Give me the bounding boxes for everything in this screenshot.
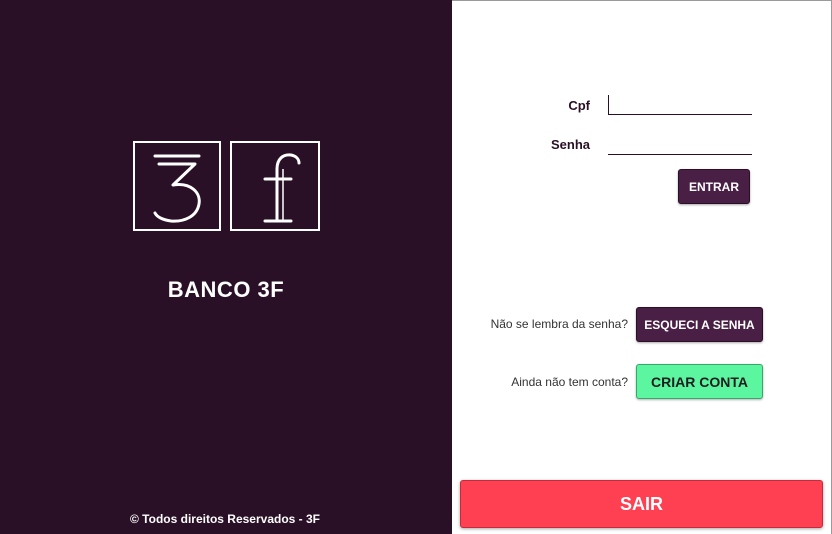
senha-input[interactable]	[608, 135, 752, 155]
cpf-input[interactable]	[608, 95, 752, 115]
cpf-label: Cpf	[568, 98, 590, 113]
create-account-button[interactable]: CRIAR CONTA	[636, 364, 763, 399]
bank-logo	[133, 141, 320, 231]
senha-label: Senha	[550, 137, 590, 152]
forgot-password-button[interactable]: ESQUECI A SENHA	[636, 307, 763, 342]
recovery-prompt: Não se lembra da senha?	[490, 317, 628, 331]
brand-panel: BANCO 3F © Todos direitos Reservados - 3…	[0, 0, 452, 534]
exit-button[interactable]: SAIR	[460, 480, 823, 528]
bank-name: BANCO 3F	[167, 277, 285, 302]
copyright-footer: © Todos direitos Reservados - 3F	[130, 512, 320, 526]
signup-prompt: Ainda não tem conta?	[511, 375, 628, 389]
login-panel	[452, 0, 832, 534]
entrar-button[interactable]: ENTRAR	[678, 169, 750, 204]
